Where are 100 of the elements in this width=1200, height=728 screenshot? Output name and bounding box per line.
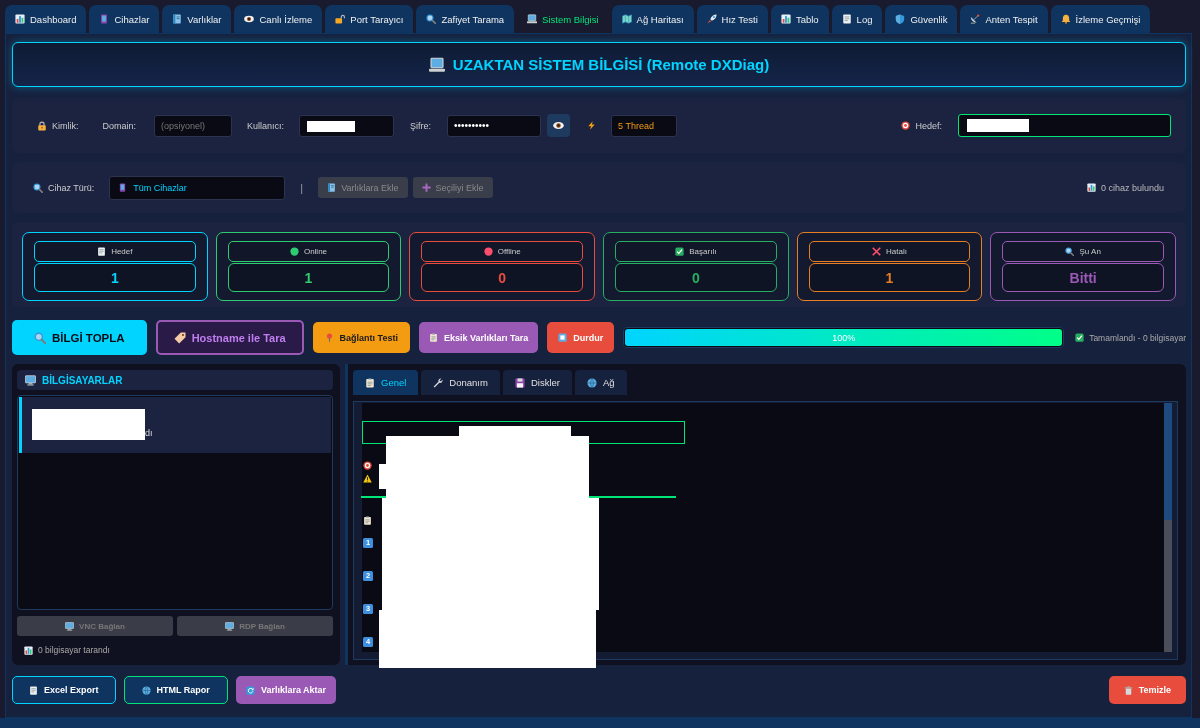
domain-field[interactable]: (opsiyonel) [154, 114, 232, 137]
target-icon [901, 121, 911, 130]
field-label: Cihaz Türü: [48, 182, 95, 193]
monitor-icon [65, 621, 75, 631]
panel-title: BİLGİSAYARLAR [42, 374, 123, 386]
padlock-icon [37, 120, 47, 131]
cross-icon [872, 247, 882, 256]
document-icon [97, 247, 107, 256]
tab[interactable]: Log [831, 5, 883, 33]
search-icon [33, 182, 43, 193]
field-label: Kimlik: [52, 120, 79, 131]
field-label: Domain: [102, 120, 136, 131]
password-field[interactable]: •••••••••• [447, 114, 542, 137]
stat-label: Şu An [1079, 247, 1101, 256]
target-icon [363, 461, 372, 470]
phone-icon [99, 14, 110, 24]
clear-button[interactable]: Temizle [1108, 676, 1186, 704]
tab[interactable]: Varlıklar [162, 5, 232, 33]
stat-value: 1 [34, 263, 196, 292]
tab[interactable]: Dashboard [5, 5, 87, 33]
action-button[interactable]: Bağlantı Testi [312, 322, 410, 353]
field-label: Kullanıcı: [247, 120, 285, 131]
stat-value: 1 [227, 263, 390, 292]
action-button[interactable]: Eksik Varlıkları Tara [418, 322, 539, 353]
result-count: 0 cihaz bulundu [1100, 182, 1164, 193]
page-title: UZAKTAN SİSTEM BİLGİSİ (Remote DXDiag) [452, 56, 770, 73]
separator: | [300, 181, 304, 194]
status-text: Tamamlandı - 0 bilgisayar [1089, 332, 1186, 343]
shield-icon [895, 14, 906, 24]
export-button[interactable]: Excel Export [12, 676, 116, 704]
eye-icon [244, 14, 255, 24]
tab[interactable]: Hız Testi [696, 5, 768, 33]
stat-label: Online [303, 247, 328, 256]
globe-icon [586, 377, 597, 388]
globe-icon [141, 685, 151, 695]
tab[interactable]: Donanım [421, 370, 500, 395]
tab[interactable]: Zafiyet Tarama [416, 5, 515, 33]
tab[interactable]: Diskler [502, 370, 572, 395]
monitor-icon [25, 374, 36, 386]
status-dot-icon [289, 247, 299, 256]
clipboard-icon [365, 377, 375, 388]
field-label: Hedef: [915, 120, 942, 131]
tab[interactable]: Tablo [770, 5, 829, 33]
bar-chart-icon [15, 14, 25, 24]
bar-chart-icon [1086, 183, 1096, 192]
export-button[interactable]: HTML Rapor [123, 676, 228, 704]
document-icon [841, 14, 852, 24]
field-label: Şifre: [410, 120, 432, 131]
pushpin-icon [324, 333, 334, 342]
search-icon [426, 14, 437, 24]
progress-label: 100% [832, 332, 856, 343]
book-icon [327, 183, 337, 192]
action-button[interactable]: BİLGİ TOPLA [12, 320, 147, 355]
tab[interactable]: Genel [353, 370, 419, 395]
scan-count: 0 bilgisayar tarandı [38, 645, 110, 655]
satellite-dish-icon [970, 14, 981, 24]
item-text: dı [145, 428, 153, 438]
stop-icon [558, 333, 568, 342]
trash-icon [1123, 685, 1133, 695]
laptop-icon [527, 14, 538, 24]
stat-value: 0 [421, 263, 583, 292]
status-dot-icon [483, 247, 493, 256]
plus-icon [421, 183, 431, 192]
tag-icon [173, 331, 186, 344]
stat-label: Başarılı [689, 247, 717, 256]
clipboard-icon [363, 516, 372, 525]
tab[interactable]: Cihazlar [89, 5, 160, 33]
action-button[interactable]: Hostname ile Tara [155, 320, 304, 355]
tab[interactable]: Anten Tespit [960, 5, 1048, 33]
export-button[interactable]: Varlıklara Aktar [235, 676, 337, 704]
action-button[interactable]: Durdur [547, 322, 615, 353]
tab[interactable]: İzleme Geçmişi [1050, 5, 1151, 33]
stat-label: Hatalı [886, 247, 907, 256]
tab[interactable]: Canlı İzleme [234, 5, 323, 33]
tab[interactable]: Ağ Haritası [611, 5, 694, 33]
device-type-dropdown[interactable]: Tüm Cihazlar [109, 175, 286, 200]
show-password-button[interactable] [547, 114, 571, 137]
rocket-icon [706, 14, 717, 24]
clipboard-icon [428, 333, 438, 342]
eye-icon [553, 120, 565, 131]
monitor-icon [225, 621, 235, 631]
tab[interactable]: Ağ [574, 370, 627, 395]
wrench-icon [433, 377, 444, 388]
stat-value: Bitti [1002, 263, 1164, 292]
computer-list-item[interactable]: dı [19, 397, 331, 453]
tab[interactable]: Port Tarayıcı [325, 5, 414, 33]
document-icon [29, 685, 38, 695]
bar-chart-icon [780, 14, 791, 24]
padlock-icon [335, 14, 346, 24]
tab[interactable]: Güvenlik [885, 5, 958, 33]
warning-icon [363, 474, 372, 483]
bell-icon [1060, 14, 1071, 24]
thread-count-field[interactable]: 5 Thread [611, 114, 678, 137]
map-icon [621, 14, 632, 24]
phone-icon [118, 183, 128, 192]
stat-value: 1 [808, 263, 971, 292]
stat-label: Hedef [111, 247, 133, 256]
laptop-icon [428, 56, 445, 73]
search-icon [1065, 247, 1075, 256]
stat-label: Offline [497, 247, 521, 256]
